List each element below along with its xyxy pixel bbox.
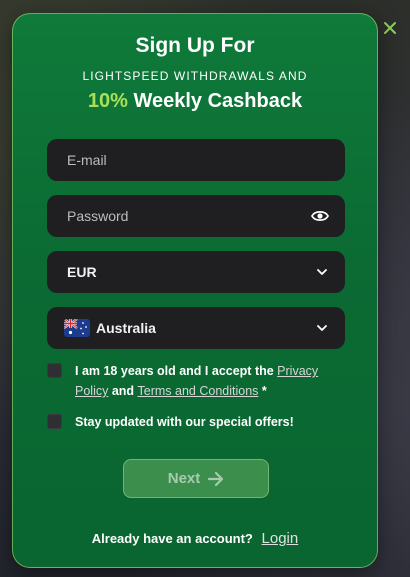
promo-percent: 10% bbox=[87, 90, 128, 112]
country-value: Australia bbox=[96, 320, 156, 336]
eye-icon bbox=[311, 210, 329, 222]
age-terms-consent: I am 18 years old and I accept the Priva… bbox=[47, 361, 347, 401]
age-terms-checkbox[interactable] bbox=[47, 363, 62, 378]
password-input[interactable] bbox=[67, 208, 311, 224]
promo-headline: 10% Weekly Cashback bbox=[13, 90, 377, 113]
currency-value: EUR bbox=[67, 264, 97, 280]
arrow-right-icon bbox=[208, 471, 224, 486]
email-field-wrapper bbox=[47, 139, 345, 181]
login-prompt: Already have an account? Login bbox=[13, 530, 377, 547]
chevron-down-icon bbox=[315, 321, 329, 335]
modal-title: Sign Up For bbox=[135, 34, 255, 57]
show-password-toggle[interactable] bbox=[311, 209, 329, 223]
age-terms-label: I am 18 years old and I accept the Priva… bbox=[75, 364, 319, 398]
chevron-down-icon bbox=[315, 265, 329, 279]
login-link[interactable]: Login bbox=[262, 530, 299, 547]
next-label: Next bbox=[167, 470, 201, 487]
password-field-wrapper bbox=[47, 195, 345, 237]
offers-consent: Stay updated with our special offers! bbox=[47, 412, 347, 432]
country-select[interactable]: Australia bbox=[47, 307, 345, 349]
australia-flag-icon bbox=[64, 319, 90, 337]
promo-text: Weekly Cashback bbox=[127, 90, 303, 112]
modal-subtitle: LIGHTSPEED WITHDRAWALS AND bbox=[82, 69, 308, 83]
close-icon bbox=[384, 22, 396, 34]
offers-label: Stay updated with our special offers! bbox=[75, 415, 294, 429]
offers-checkbox[interactable] bbox=[47, 414, 62, 429]
currency-select[interactable]: EUR bbox=[47, 251, 345, 293]
next-button[interactable]: Next bbox=[123, 459, 269, 498]
terms-link[interactable]: Terms and Conditions bbox=[138, 384, 259, 398]
login-prompt-text: Already have an account? bbox=[91, 531, 253, 546]
close-button[interactable] bbox=[378, 16, 402, 40]
signup-modal: Sign Up For LIGHTSPEED WITHDRAWALS AND 1… bbox=[12, 13, 378, 568]
email-input[interactable] bbox=[67, 152, 329, 168]
